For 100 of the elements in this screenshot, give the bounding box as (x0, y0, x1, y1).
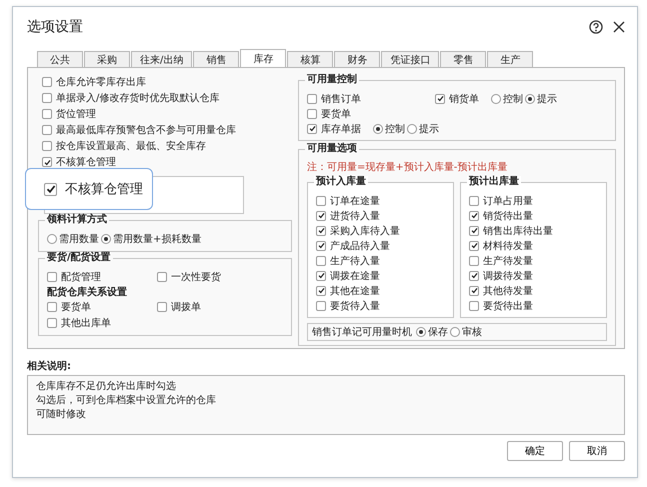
checkbox-label: 其他在途量 (330, 284, 380, 298)
checkbox-label: 其他出库单 (61, 316, 111, 330)
radio-button[interactable] (416, 327, 426, 337)
checkbox[interactable] (307, 108, 317, 118)
radio-label: 需用数量 (59, 233, 99, 246)
checkbox[interactable] (316, 286, 326, 296)
checkbox[interactable] (42, 77, 52, 87)
close-icon[interactable] (613, 21, 625, 33)
checkbox-label: 要货单 (321, 108, 351, 120)
description-line: 勾选后，可到仓库档案中设置允许的仓库 (36, 394, 217, 408)
checkbox-label: 要货待出量 (483, 300, 533, 312)
checkbox-label: 调拨待发量 (483, 270, 533, 282)
checkbox[interactable] (469, 210, 479, 220)
checkbox[interactable] (469, 270, 479, 280)
checkbox-label: 生产待入量 (330, 254, 380, 268)
radio-label: 审核 (462, 326, 482, 339)
checkbox[interactable] (316, 196, 326, 206)
tab[interactable]: 生产 (487, 51, 534, 67)
checkbox[interactable] (44, 182, 57, 196)
checkbox[interactable] (469, 196, 479, 206)
radio-button[interactable] (373, 124, 383, 134)
checkbox[interactable] (316, 256, 326, 266)
checkbox-label: 订单在途量 (330, 194, 380, 208)
checkbox[interactable] (469, 300, 479, 310)
checkbox-label: 调拨单 (171, 300, 201, 314)
checkbox[interactable] (316, 300, 326, 310)
checkbox[interactable] (469, 226, 479, 236)
checkbox-label: 销货待出量 (483, 210, 533, 222)
checkbox-label: 其他待发量 (483, 284, 533, 298)
group-title: 预计出库量 (467, 176, 521, 188)
checkbox[interactable] (157, 302, 167, 312)
description-title: 相关说明: (27, 360, 72, 373)
checkbox[interactable] (435, 94, 445, 104)
tab[interactable]: 财务 (334, 51, 380, 67)
radio-button[interactable] (525, 94, 535, 104)
radio-button[interactable] (491, 94, 501, 104)
checkbox[interactable] (157, 272, 167, 282)
timing-label: 销售订单记可用量时机 (312, 326, 412, 339)
checkbox[interactable] (47, 318, 57, 328)
checkbox-label: 单据录入/修改存货时优先取默认仓库 (56, 92, 220, 105)
cancel-button[interactable]: 取消 (569, 441, 625, 461)
checkbox-label: 一次性要货 (171, 270, 221, 284)
help-icon[interactable] (589, 20, 603, 34)
description-line: 可随时修改 (36, 408, 87, 422)
checkbox-label: 仓库允许零库存出库 (56, 76, 146, 89)
radio-button[interactable] (450, 327, 460, 337)
checkbox[interactable] (47, 302, 57, 312)
checkbox-label: 调拨在途量 (330, 270, 380, 282)
checkbox[interactable] (316, 270, 326, 280)
radio-label: 提示 (537, 92, 557, 106)
tab[interactable]: 零售 (440, 51, 486, 67)
checkbox-label: 产成品待入量 (330, 240, 390, 252)
window-title: 选项设置 (27, 18, 84, 36)
checkbox-label: 最高最低库存预警包含不参与可用量仓库 (56, 124, 236, 137)
tab[interactable]: 核算 (287, 51, 334, 67)
group-title: 可用量选项 (305, 143, 359, 155)
callout-label: 不核算仓管理 (65, 181, 143, 198)
checkbox[interactable] (469, 286, 479, 296)
checkbox[interactable] (316, 226, 326, 236)
tab[interactable]: 采购 (84, 51, 130, 67)
tab[interactable]: 凭证接口 (381, 51, 440, 67)
checkbox-label: 材料待发量 (483, 240, 533, 252)
checkbox-label: 要货待入量 (330, 300, 380, 312)
checkbox-label: 生产待发量 (483, 254, 533, 268)
checkbox[interactable] (469, 256, 479, 266)
radio-button[interactable] (101, 234, 111, 244)
tab[interactable]: 销售 (193, 51, 240, 67)
radio-button[interactable] (407, 124, 417, 134)
checkbox-label: 销售出库待出量 (483, 224, 553, 238)
checkbox[interactable] (42, 125, 52, 135)
checkbox[interactable] (42, 141, 52, 151)
checkbox[interactable] (47, 272, 57, 282)
radio-label: 提示 (419, 122, 439, 136)
radio-label: 需用数量+损耗数量 (113, 232, 202, 246)
checkbox[interactable] (469, 240, 479, 250)
group-title: 要货/配货设置 (45, 252, 113, 264)
section-subtitle: 配货仓库关系设置 (47, 287, 127, 298)
checkbox[interactable] (316, 210, 326, 220)
ok-button[interactable]: 确定 (507, 441, 563, 461)
checkbox-label: 进货待入量 (330, 210, 380, 222)
checkbox-label: 货位管理 (56, 108, 96, 121)
radio-label: 保存 (428, 326, 448, 339)
group-title: 可用量控制 (305, 74, 359, 86)
checkbox[interactable] (307, 94, 317, 104)
tab[interactable]: 公共 (37, 51, 83, 67)
radio-button[interactable] (47, 234, 57, 244)
checkbox[interactable] (316, 240, 326, 250)
checkbox[interactable] (42, 157, 52, 167)
checkbox-label: 采购入库待入量 (330, 224, 400, 238)
checkbox-label: 销售订单 (321, 92, 361, 106)
checkbox[interactable] (42, 109, 52, 119)
tab[interactable]: 库存 (240, 49, 286, 67)
checkbox[interactable] (42, 93, 52, 103)
checkbox-label: 不核算仓管理 (56, 156, 116, 169)
checkbox-label: 按仓库设置最高、最低、安全库存 (56, 140, 206, 153)
formula-note: 注：可用量=现存量+预计入库量-预计出库量 (307, 160, 508, 174)
tab[interactable]: 往来/出纳 (131, 51, 192, 67)
checkbox-label: 库存单据 (321, 122, 361, 136)
checkbox[interactable] (307, 124, 317, 134)
checkbox-label: 要货单 (61, 300, 91, 314)
